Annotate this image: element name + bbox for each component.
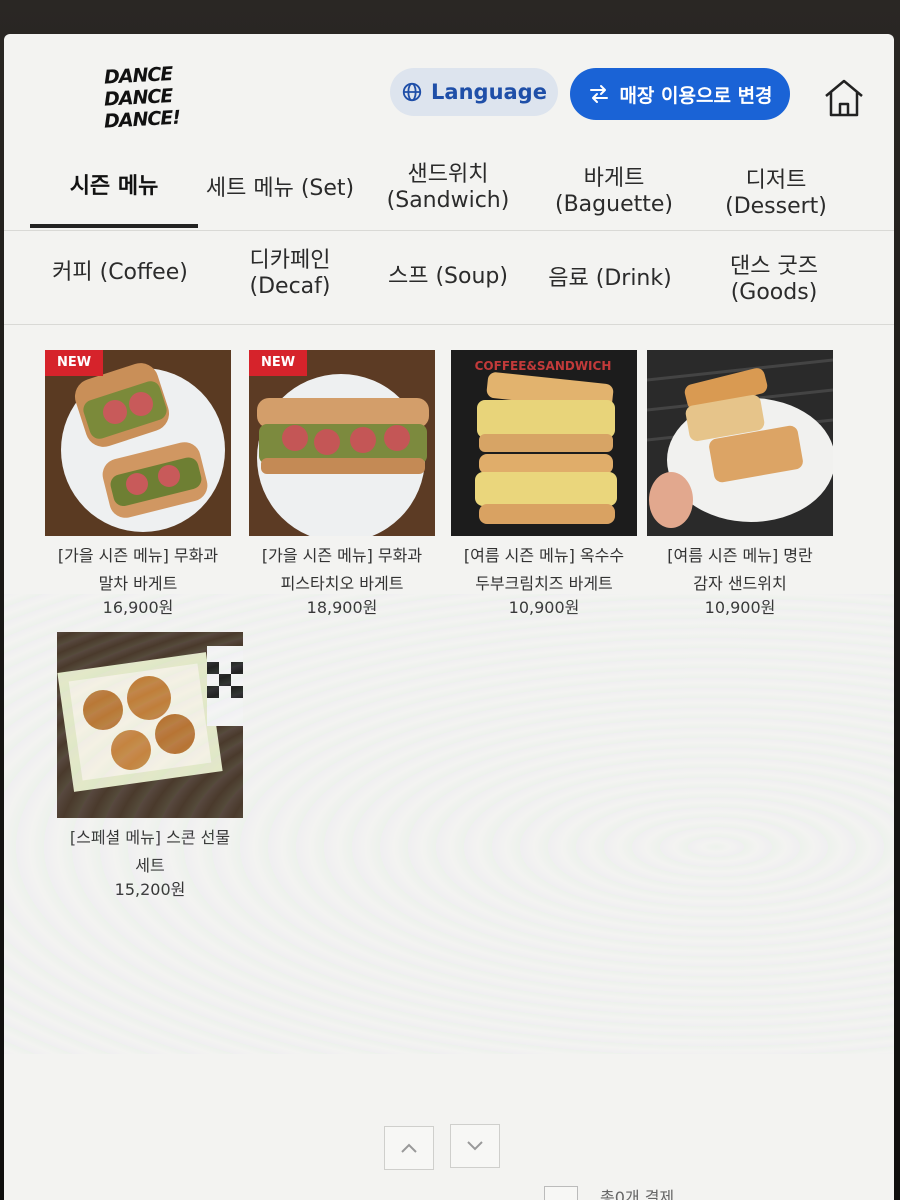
dance-dance-dance-logo: DANCE DANCE DANCE! [103,63,181,133]
product-price: 18,900원 [306,598,378,617]
divider [4,324,894,325]
product-name: [가을 시즌 메뉴] 무화과 피스타치오 바게트 [261,546,423,593]
product-price: 10,900원 [508,598,580,617]
tab-sandwich[interactable]: 샌드위치 (Sandwich) [378,162,518,214]
corn-tofu-baguette-image: COFFEE&SANDWICH [451,350,637,536]
fig-pistachio-baguette-image [249,350,435,536]
active-tab-indicator [30,224,198,228]
product-image [57,632,243,818]
product-name: [여름 시즌 메뉴] 옥수수 두부크림치즈 바게트 [463,546,625,593]
tab-drink[interactable]: 음료 (Drink) [540,266,680,292]
product-image: NEW [45,350,231,536]
tab-decaf[interactable]: 디카페인 (Decaf) [220,248,360,300]
product-name: [여름 시즌 메뉴] 명란 감자 샌드위치 [667,546,813,593]
chevron-up-icon [401,1143,417,1153]
product-card-fig-pistachio-baguette[interactable]: NEW [가을 시즌 메뉴] 무화과 피스타치오 바게트 18,900원 [242,350,442,618]
tab-coffee[interactable]: 커피 (Coffee) [40,260,200,286]
product-price: 15,200원 [114,880,186,899]
cart-count-box [544,1186,578,1200]
tab-baguette[interactable]: 바게트 (Baguette) [544,166,684,218]
tab-set-menu[interactable]: 세트 메뉴 (Set) [200,176,360,202]
product-name: [가을 시즌 메뉴] 무화과 말차 바게트 [57,546,219,593]
product-price: 10,900원 [704,598,776,617]
language-label: Language [431,80,547,104]
tab-goods[interactable]: 댄스 굿즈 (Goods) [704,254,844,306]
product-image: NEW [249,350,435,536]
tab-dessert[interactable]: 디저트 (Dessert) [706,168,846,220]
chevron-down-icon [467,1141,483,1151]
product-image: COFFEE&SANDWICH [451,350,637,536]
kiosk-screen: DANCE DANCE DANCE! Language 매장 이용으로 변경 시… [4,34,894,1200]
new-badge: NEW [45,350,103,376]
checkout-summary[interactable]: 총0개 결제 [600,1184,674,1200]
tab-soup[interactable]: 스프 (Soup) [378,264,518,290]
product-card-scone-gift-set[interactable]: [스페셜 메뉴] 스콘 선물 세트 15,200원 [50,632,250,900]
svg-text:COFFEE&SANDWICH: COFFEE&SANDWICH [475,359,612,373]
new-badge: NEW [249,350,307,376]
home-button[interactable] [820,74,868,122]
page-down-button[interactable] [450,1124,500,1168]
product-card-corn-tofu-cream-cheese-baguette[interactable]: COFFEE&SANDWICH [여름 시즌 메뉴] 옥수수 두부크림치즈 바게… [444,350,644,618]
divider [4,230,894,231]
pollock-roe-sandwich-image [647,350,833,536]
switch-to-dine-in-button[interactable]: 매장 이용으로 변경 [570,68,790,120]
product-price: 16,900원 [102,598,174,617]
scone-gift-set-image [57,632,243,818]
tab-season-menu[interactable]: 시즌 메뉴 [44,174,184,200]
switch-label: 매장 이용으로 변경 [619,84,773,107]
globe-icon [402,82,422,102]
product-name: [스페셜 메뉴] 스콘 선물 세트 [69,828,231,875]
header: DANCE DANCE DANCE! Language 매장 이용으로 변경 [4,34,894,154]
swap-arrows-icon [590,85,609,103]
product-card-fig-matcha-baguette[interactable]: NEW [가을 시즌 메뉴] 무화과 말차 바게트 16,900원 [38,350,238,618]
product-card-pollock-roe-potato-sandwich[interactable]: [여름 시즌 메뉴] 명란 감자 샌드위치 10,900원 [640,350,840,618]
fig-matcha-baguette-image [45,350,231,536]
home-icon [825,79,863,117]
language-button[interactable]: Language [390,68,558,116]
product-image [647,350,833,536]
page-up-button[interactable] [384,1126,434,1170]
